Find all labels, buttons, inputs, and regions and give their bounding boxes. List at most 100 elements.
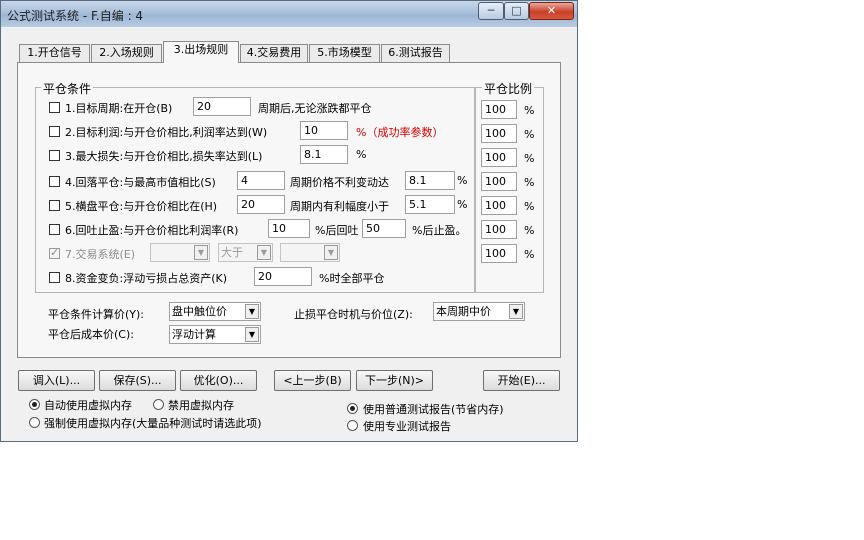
capital-negative-checkbox[interactable] (49, 272, 60, 283)
auto-vm-label: 自动使用虚拟内存 (44, 399, 132, 412)
ratio-percent-4: % (524, 176, 535, 189)
auto-vm-radio[interactable] (29, 399, 40, 410)
ratio-percent-1: % (524, 104, 535, 117)
target-period-input[interactable]: 20 (193, 97, 251, 116)
tab-entry-rules[interactable]: 2.入场规则 (91, 44, 162, 62)
stoploss-timing-label: 止损平仓时机与价位(Z): (294, 308, 413, 321)
window-title: 公式测试系统 - F.自编 : 4 (7, 9, 144, 23)
tab-market-model[interactable]: 5.市场模型 (309, 44, 380, 62)
ratio-input-3[interactable]: 100 (481, 148, 517, 167)
trailing-profit-mid-label: %后回吐 (315, 224, 359, 237)
chevron-down-icon: ▼ (257, 245, 271, 260)
pullback-mid-label: 周期价格不利变动达 (290, 176, 389, 189)
calc-price-select-value: 盘中触位价 (172, 305, 227, 318)
cost-price-select-value: 浮动计算 (172, 328, 216, 341)
chevron-down-icon: ▼ (324, 245, 338, 260)
trading-system-checkbox[interactable] (49, 246, 60, 259)
comparison-select[interactable]: 大于 ▼ (218, 243, 273, 262)
pullback-label: 4.回落平仓:与最高市值相比(S) (65, 176, 216, 189)
chevron-down-icon: ▼ (194, 245, 208, 260)
chevron-down-icon: ▼ (509, 304, 523, 319)
disable-vm-radio[interactable] (153, 399, 164, 410)
normal-report-label: 使用普通测试报告(节省内存) (363, 403, 504, 416)
ratio-input-4[interactable]: 100 (481, 172, 517, 191)
comparison-select-value: 大于 (221, 246, 243, 259)
save-button[interactable]: 保存(S)... (99, 370, 176, 391)
start-button[interactable]: 开始(E)... (483, 370, 560, 391)
pro-report-label: 使用专业测试报告 (363, 420, 451, 433)
optimize-button[interactable]: 优化(O)... (180, 370, 257, 391)
ratio-input-5[interactable]: 100 (481, 196, 517, 215)
exit-ratio-title: 平仓比例 (482, 80, 535, 97)
close-button[interactable]: ✕ (529, 2, 574, 20)
trailing-profit-checkbox[interactable] (49, 224, 60, 235)
trading-system-select[interactable]: ▼ (150, 243, 210, 262)
next-step-button[interactable]: 下一步(N)> (356, 370, 433, 391)
target-period-suffix: 周期后,无论涨跌都平仓 (258, 102, 372, 115)
pullback-amount-input[interactable]: 8.1 (405, 171, 455, 190)
chevron-down-icon: ▼ (245, 304, 259, 319)
disable-vm-label: 禁用虚拟内存 (168, 399, 234, 412)
max-loss-input[interactable]: 8.1 (300, 145, 348, 164)
target-period-checkbox[interactable] (49, 102, 60, 113)
cost-price-label: 平仓后成本价(C): (48, 328, 134, 341)
prev-step-button[interactable]: <上一步(B) (274, 370, 351, 391)
target-profit-input[interactable]: 10 (300, 121, 348, 140)
load-button[interactable]: 调入(L)... (18, 370, 95, 391)
calc-price-select[interactable]: 盘中触位价 ▼ (169, 302, 261, 321)
max-loss-label: 3.最大损失:与开仓价相比,损失率达到(L) (65, 150, 263, 163)
title-bar[interactable]: 公式测试系统 - F.自编 : 4 ─ □ ✕ (1, 1, 577, 27)
target-profit-checkbox[interactable] (49, 126, 60, 137)
sideways-label: 5.横盘平仓:与开仓价相比在(H) (65, 200, 218, 213)
tab-test-report[interactable]: 6.测试报告 (381, 44, 450, 62)
normal-report-radio[interactable] (347, 403, 358, 414)
ratio-percent-6: % (524, 224, 535, 237)
ratio-input-2[interactable]: 100 (481, 124, 517, 143)
trailing-profit-label: 6.回吐止盈:与开仓价相比利润率(R) (65, 224, 239, 237)
ratio-percent-3: % (524, 152, 535, 165)
sideways-suffix: % (457, 198, 468, 211)
pullback-period-input[interactable]: 4 (237, 171, 285, 190)
sideways-checkbox[interactable] (49, 200, 60, 211)
trailing-profit-suffix: %后止盈。 (412, 224, 467, 237)
calc-price-label: 平仓条件计算价(Y): (48, 308, 145, 321)
ratio-percent-5: % (524, 200, 535, 213)
chevron-down-icon: ▼ (245, 327, 259, 342)
maximize-button[interactable]: □ (504, 2, 529, 20)
max-loss-suffix: % (356, 148, 367, 161)
target-profit-label: 2.目标利润:与开仓价相比,利润率达到(W) (65, 126, 268, 139)
force-vm-label: 强制使用虚拟内存(大量品种测试时请选此项) (44, 417, 262, 430)
stoploss-timing-select-value: 本周期中价 (436, 305, 491, 318)
ratio-input-7[interactable]: 100 (481, 244, 517, 263)
pullback-suffix: % (457, 174, 468, 187)
capital-negative-input[interactable]: 20 (254, 267, 312, 286)
trading-system-label: 7.交易系统(E) (65, 248, 136, 261)
minimize-button[interactable]: ─ (478, 2, 504, 20)
dialog-window: 公式测试系统 - F.自编 : 4 ─ □ ✕ 1.开仓信号 2.入场规则 3.… (0, 0, 578, 442)
ratio-input-1[interactable]: 100 (481, 100, 517, 119)
trailing-profit-rate-input[interactable]: 10 (268, 219, 310, 238)
tab-entry-signal[interactable]: 1.开仓信号 (19, 44, 90, 62)
trailing-profit-giveback-input[interactable]: 50 (362, 219, 406, 238)
sideways-amount-input[interactable]: 5.1 (405, 195, 455, 214)
pro-report-radio[interactable] (347, 420, 358, 431)
sideways-mid-label: 周期内有利幅度小于 (290, 200, 389, 213)
ratio-percent-7: % (524, 248, 535, 261)
capital-negative-suffix: %时全部平仓 (319, 272, 385, 285)
max-loss-checkbox[interactable] (49, 150, 60, 161)
trading-value-select[interactable]: ▼ (280, 243, 340, 262)
target-profit-suffix: %（成功率参数） (356, 126, 444, 139)
pullback-checkbox[interactable] (49, 176, 60, 187)
force-vm-radio[interactable] (29, 417, 40, 428)
cost-price-select[interactable]: 浮动计算 ▼ (169, 325, 261, 344)
tab-trading-fees[interactable]: 4.交易费用 (240, 44, 308, 62)
exit-conditions-title: 平仓条件 (41, 80, 94, 97)
ratio-percent-2: % (524, 128, 535, 141)
capital-negative-label: 8.资金变负:浮动亏损占总资产(K) (65, 272, 227, 285)
stoploss-timing-select[interactable]: 本周期中价 ▼ (433, 302, 525, 321)
tab-exit-rules[interactable]: 3.出场规则 (163, 41, 239, 63)
exit-conditions-group (35, 87, 475, 293)
target-period-label: 1.目标周期:在开仓(B) (65, 102, 173, 115)
ratio-input-6[interactable]: 100 (481, 220, 517, 239)
sideways-period-input[interactable]: 20 (237, 195, 285, 214)
